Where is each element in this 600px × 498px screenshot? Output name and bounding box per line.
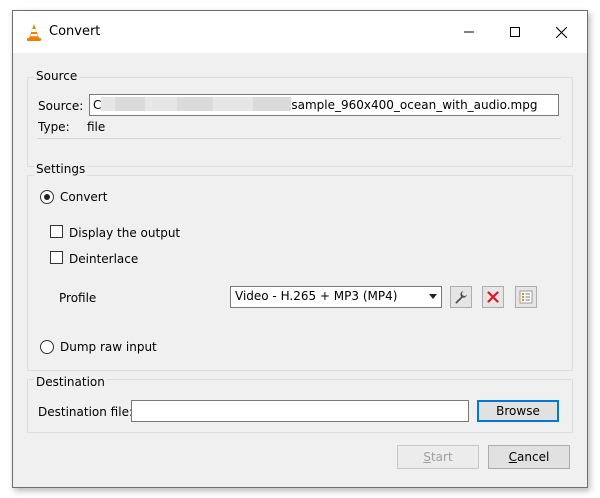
start-button[interactable]: Start <box>397 445 479 469</box>
wrench-icon <box>455 291 467 304</box>
source-path-field[interactable]: Csample_960x400_ocean_with_audio.mpg <box>89 94 559 116</box>
window-title: Convert <box>49 24 101 39</box>
redacted-path-segment <box>213 97 254 111</box>
minimize-button[interactable] <box>446 11 492 53</box>
minimize-icon <box>464 31 474 33</box>
redacted-path-segment <box>177 97 214 111</box>
start-button-label: tart <box>430 450 453 464</box>
deinterlace-checkbox[interactable] <box>50 251 63 264</box>
destination-group-label: Destination <box>34 375 107 389</box>
source-group-label: Source <box>34 69 80 83</box>
redacted-path-segment <box>115 97 146 111</box>
dump-raw-radio[interactable] <box>40 340 54 354</box>
new-profile-list-icon <box>519 290 533 304</box>
title-bar[interactable]: Convert <box>13 11 587 53</box>
settings-group-label: Settings <box>34 162 88 176</box>
browse-button-label: Browse <box>496 404 540 418</box>
display-output-checkbox[interactable] <box>50 225 63 238</box>
type-label: Type: <box>38 120 70 134</box>
redacted-path-segment <box>101 97 116 111</box>
source-path-start: C <box>93 98 102 112</box>
edit-profile-button[interactable] <box>450 286 472 308</box>
vlc-cone-icon <box>27 24 41 41</box>
source-path-end: sample_960x400_ocean_with_audio.mpg <box>291 98 538 112</box>
start-button-mnemonic: S <box>423 450 431 464</box>
delete-profile-button[interactable] <box>482 286 504 308</box>
convert-dialog: Convert Source Source: Csample_960x400_o… <box>12 10 588 488</box>
redacted-path-segment <box>253 97 292 111</box>
destination-file-label: Destination file: <box>38 405 133 419</box>
cancel-button[interactable]: Cancel <box>488 445 570 469</box>
delete-x-icon <box>487 291 499 303</box>
source-divider <box>37 138 561 139</box>
source-label: Source: <box>38 99 84 113</box>
redacted-path-segment <box>145 97 178 111</box>
maximize-icon <box>510 27 520 37</box>
new-profile-button[interactable] <box>515 286 537 308</box>
deinterlace-label[interactable]: Deinterlace <box>69 252 138 266</box>
profile-label: Profile <box>59 291 97 305</box>
profile-dropdown-value: Video - H.265 + MP3 (MP4) <box>235 289 398 303</box>
cancel-button-mnemonic: C <box>508 450 518 464</box>
close-button[interactable] <box>538 11 584 53</box>
browse-button[interactable]: Browse <box>477 400 559 422</box>
profile-dropdown[interactable]: Video - H.265 + MP3 (MP4) <box>230 286 442 308</box>
close-icon <box>555 26 567 38</box>
source-group <box>27 77 573 167</box>
maximize-button[interactable] <box>492 11 538 53</box>
convert-radio-label[interactable]: Convert <box>60 190 107 204</box>
convert-radio[interactable] <box>40 190 54 204</box>
cancel-button-label: ancel <box>517 450 550 464</box>
chevron-down-icon <box>429 294 437 299</box>
dump-raw-radio-label[interactable]: Dump raw input <box>60 340 157 354</box>
type-value: file <box>87 120 106 134</box>
display-output-label[interactable]: Display the output <box>69 226 180 240</box>
destination-file-field[interactable] <box>131 400 469 422</box>
